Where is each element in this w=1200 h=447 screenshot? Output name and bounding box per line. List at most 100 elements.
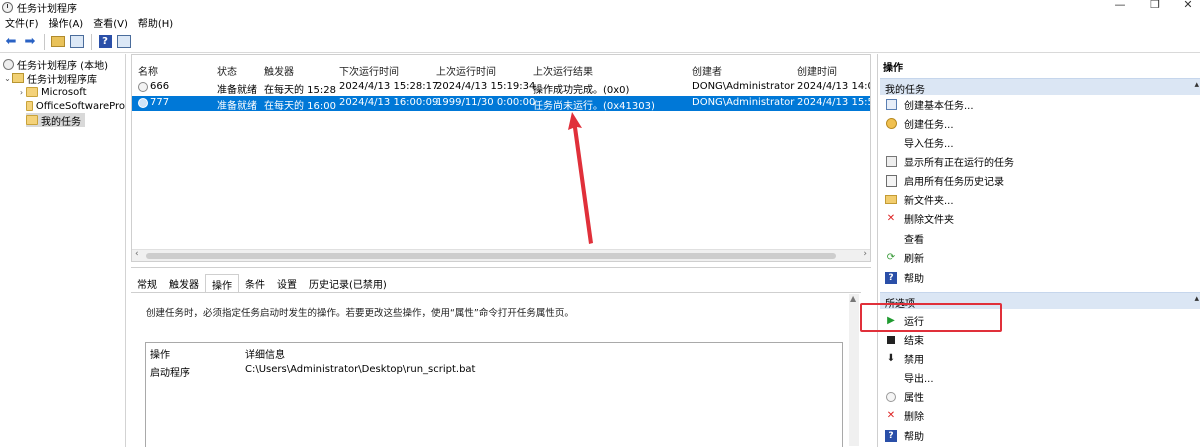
action-detail: C:\Users\Administrator\Desktop\run_scrip…	[245, 364, 476, 375]
column-header-created[interactable]: 创建时间	[797, 63, 837, 78]
tree-label-microsoft: Microsoft	[41, 86, 87, 98]
action-export[interactable]: 导出...	[884, 369, 934, 386]
tree-item-library[interactable]: ⌄ 任务计划程序库	[3, 71, 97, 86]
details-panel: 常规 触发器 操作 条件 设置 历史记录(已禁用) 创建任务时，必须指定任务启动…	[131, 267, 871, 447]
tree-item-officesoftwarepro[interactable]: OfficeSoftwarePro	[26, 99, 125, 113]
table-row[interactable]: 666 准备就绪 在每天的 15:28 2024/4/13 15:28:17 2…	[132, 80, 870, 96]
section-header-my-tasks[interactable]: 我的任务 ▴	[880, 78, 1200, 96]
action-label: 删除文件夹	[904, 215, 954, 226]
task-author: DONG\Administrator	[692, 97, 795, 108]
action-pane-icon	[117, 35, 131, 48]
menu-view[interactable]: 查看(V)	[88, 15, 133, 30]
menu-bar: 文件(F) 操作(A) 查看(V) 帮助(H)	[0, 14, 178, 31]
task-list-header: 名称 状态 触发器 下次运行时间 上次运行时间 上次运行结果 创建者 创建时间	[132, 63, 870, 79]
action-end[interactable]: 结束	[884, 331, 924, 348]
up-folder-button[interactable]	[49, 33, 67, 51]
chevron-right-icon[interactable]: ›	[17, 88, 26, 97]
action-properties[interactable]: 属性	[884, 388, 924, 405]
folder-icon	[26, 115, 38, 125]
task-next-run: 2024/4/13 16:00:09	[339, 97, 439, 108]
tab-conditions[interactable]: 条件	[239, 274, 271, 292]
action-import-task[interactable]: 导入任务...	[884, 134, 954, 151]
action-label: 查看	[904, 235, 924, 246]
column-header-status[interactable]: 状态	[217, 63, 237, 78]
toolbar: ⬅ ➡ ?	[0, 31, 1200, 53]
task-status-icon	[138, 82, 148, 92]
scroll-left-icon[interactable]: ‹	[135, 249, 139, 259]
task-last-run: 1999/11/30 0:00:00	[436, 97, 536, 108]
action-create-basic-task[interactable]: 创建基本任务...	[884, 96, 974, 113]
column-header-next-run[interactable]: 下次运行时间	[339, 63, 399, 78]
task-created: 2024/4/13 14:02	[797, 81, 870, 92]
forward-arrow-icon[interactable]: ➡	[21, 33, 39, 51]
action-help-selected[interactable]: ? 帮助	[884, 427, 924, 444]
scroll-up-icon[interactable]: ▲	[850, 294, 856, 303]
task-trigger: 在每天的 15:28	[264, 85, 336, 96]
column-header-last-run[interactable]: 上次运行时间	[436, 63, 496, 78]
column-header-last-result[interactable]: 上次运行结果	[533, 63, 593, 78]
tab-actions[interactable]: 操作	[205, 274, 239, 292]
action-label: 显示所有正在运行的任务	[904, 158, 1014, 169]
close-button[interactable]: ✕	[1178, 0, 1198, 11]
action-label: 删除	[904, 412, 924, 423]
collapse-icon[interactable]: ▴	[1194, 80, 1199, 90]
tab-general[interactable]: 常规	[131, 274, 163, 292]
create-task-icon	[884, 117, 898, 131]
tree-label-root: 任务计划程序 (本地)	[17, 60, 108, 72]
horizontal-scrollbar[interactable]: ‹ ›	[132, 249, 870, 261]
task-status: 准备就绪	[217, 85, 257, 96]
restore-button[interactable]: ❐	[1145, 0, 1165, 11]
details-tabs: 常规 触发器 操作 条件 设置 历史记录(已禁用)	[131, 274, 393, 292]
console-tree-icon	[70, 35, 84, 48]
task-last-run: 2024/4/13 15:19:34	[436, 81, 536, 92]
action-view[interactable]: 查看	[884, 230, 924, 247]
actions-table-header-detail[interactable]: 详细信息	[245, 346, 285, 361]
action-new-folder[interactable]: 新文件夹...	[884, 191, 954, 208]
tab-history[interactable]: 历史记录(已禁用)	[303, 274, 393, 292]
show-hide-action-pane-button[interactable]	[115, 33, 133, 51]
help-toolbar-button[interactable]: ?	[96, 33, 114, 51]
chevron-down-icon[interactable]: ⌄	[3, 74, 12, 83]
action-disable[interactable]: ⬇ 禁用	[884, 350, 924, 367]
help-icon: ?	[884, 429, 898, 443]
console-tree: 任务计划程序 (本地) ⌄ 任务计划程序库 › Microsoft Office…	[0, 54, 126, 447]
tab-triggers[interactable]: 触发器	[163, 274, 205, 292]
vertical-scrollbar[interactable]: ▲	[849, 294, 859, 446]
column-header-trigger[interactable]: 触发器	[264, 63, 294, 78]
action-delete[interactable]: ✕ 删除	[884, 407, 924, 424]
minimize-button[interactable]: —	[1110, 0, 1130, 11]
actions-table-header-action[interactable]: 操作	[150, 346, 170, 361]
toolbar-separator	[91, 33, 92, 50]
column-header-name[interactable]: 名称	[138, 63, 158, 78]
back-arrow-icon[interactable]: ⬅	[2, 33, 20, 51]
action-enable-history[interactable]: 启用所有任务历史记录	[884, 172, 1004, 189]
task-name: 777	[150, 97, 170, 108]
tree-item-my-tasks[interactable]: 我的任务	[26, 113, 85, 128]
tree-item-microsoft[interactable]: › Microsoft	[17, 85, 87, 99]
column-header-author[interactable]: 创建者	[692, 63, 722, 78]
action-refresh[interactable]: ⟳ 刷新	[884, 249, 924, 266]
menu-action[interactable]: 操作(A)	[44, 15, 89, 30]
action-label: 创建基本任务...	[904, 101, 974, 112]
tree-item-root[interactable]: 任务计划程序 (本地)	[3, 57, 108, 72]
action-delete-folder[interactable]: ✕ 删除文件夹	[884, 210, 954, 227]
stop-icon	[884, 333, 898, 347]
disable-down-arrow-icon: ⬇	[886, 353, 896, 364]
create-basic-task-icon	[884, 98, 898, 112]
export-icon	[884, 371, 898, 385]
action-create-task[interactable]: 创建任务...	[884, 115, 954, 132]
menu-help[interactable]: 帮助(H)	[133, 15, 178, 30]
action-show-running-tasks[interactable]: 显示所有正在运行的任务	[884, 153, 1014, 170]
action-label: 创建任务...	[904, 120, 954, 131]
table-row-selected[interactable]: 777 准备就绪 在每天的 16:00 2024/4/13 16:00:09 1…	[132, 96, 870, 112]
show-hide-console-tree-button[interactable]	[68, 33, 86, 51]
action-label: 新文件夹...	[904, 196, 954, 207]
task-status: 准备就绪	[217, 101, 257, 112]
scrollbar-thumb[interactable]	[146, 253, 836, 259]
tab-settings[interactable]: 设置	[271, 274, 303, 292]
scroll-right-icon[interactable]: ›	[863, 249, 867, 259]
tree-label-my-tasks: 我的任务	[41, 116, 81, 128]
collapse-icon[interactable]: ▴	[1194, 294, 1199, 304]
action-help[interactable]: ? 帮助	[884, 269, 924, 286]
menu-file[interactable]: 文件(F)	[0, 15, 44, 30]
